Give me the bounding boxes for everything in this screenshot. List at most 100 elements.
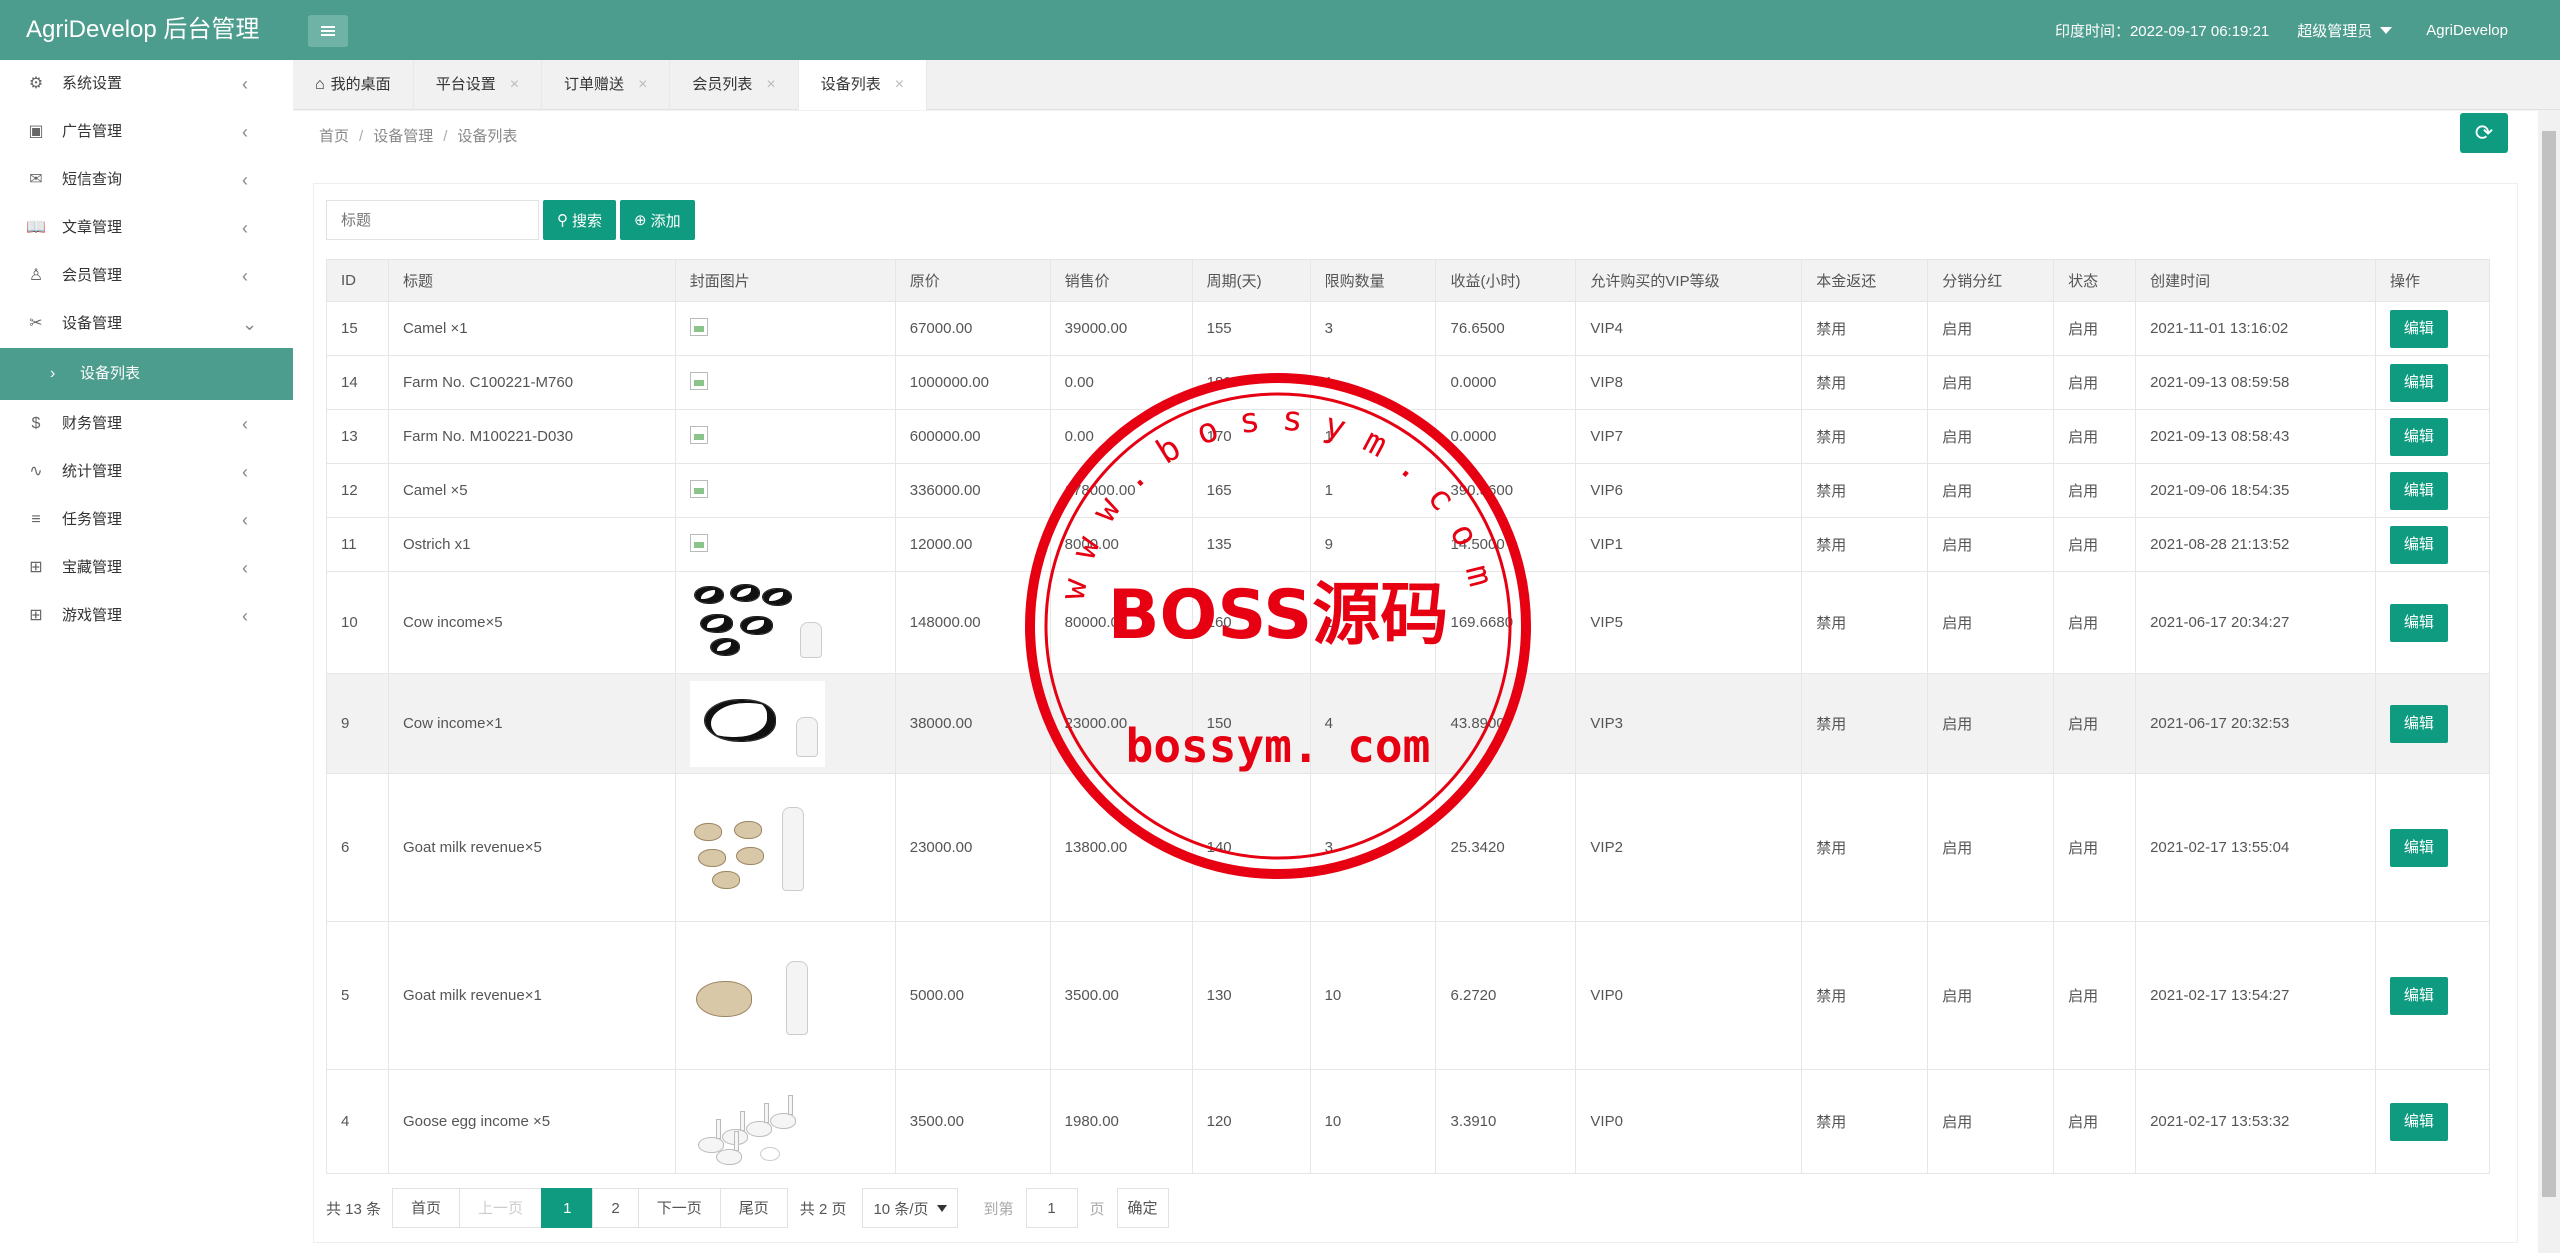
sidebar-item-user[interactable]: ♙ 会员管理 ‹ [0,252,293,300]
tab-label: 平台设置 [435,76,496,93]
site-name[interactable]: AgriDevelop [2426,22,2508,39]
cell-id: 13 [326,409,389,464]
chevron-left-icon: ‹ [242,266,248,286]
next-page-button[interactable]: 下一页 [637,1188,721,1228]
tab-4[interactable]: 设备列表 × [798,60,928,110]
prev-page-button[interactable]: 上一页 [459,1188,543,1228]
broken-image-icon [689,317,708,336]
close-icon[interactable]: × [510,60,519,110]
cell-sale-price: 39000.00 [1049,301,1193,356]
book-icon: 📖 [26,219,46,236]
edit-button[interactable]: 编辑 [2389,309,2448,348]
goto-page-input[interactable]: 1 [1025,1188,1078,1228]
cell-refund: 禁用 [1801,517,1929,572]
page-unit-label: 页 [1089,1200,1105,1218]
sidebar-item-image[interactable]: ▣ 广告管理 ‹ [0,108,293,156]
cell-id: 11 [326,517,389,572]
cell-status: 启用 [2053,301,2137,356]
chevron-left-icon: ‹ [242,414,248,434]
first-page-button[interactable]: 首页 [392,1188,461,1228]
broken-image-icon [689,479,708,498]
edit-button[interactable]: 编辑 [2389,525,2448,564]
title-search-input[interactable] [326,200,539,240]
pulse-icon: ∿ [29,463,43,480]
cell-share: 启用 [1927,673,2055,774]
table-row[interactable]: 5 Goat milk revenue×1 5000.00 3500.00 130 10 6… [326,921,2491,1070]
scrollbar-thumb[interactable] [2542,131,2556,1197]
cell-share: 启用 [1927,355,2055,410]
cell-id: 5 [326,921,389,1070]
edit-button[interactable]: 编辑 [2389,603,2448,642]
edit-button[interactable]: 编辑 [2389,363,2448,402]
cell-created: 2021-02-17 13:53:32 [2135,1069,2376,1174]
edit-button[interactable]: 编辑 [2389,976,2448,1015]
sidebar-item-dollar[interactable]: $ 财务管理 ‹ [0,400,293,448]
table-row[interactable]: 15 Camel ×1 67000.00 39000.00 155 3 76.6500 VIP… [326,301,2491,356]
edit-button[interactable]: 编辑 [2389,1102,2448,1141]
cell-refund: 禁用 [1801,355,1929,410]
close-icon[interactable]: × [638,60,647,110]
sidebar-item-gear[interactable]: ⚙ 系统设置 ‹ [0,60,293,108]
sidebar-item-gift[interactable]: ⊞ 游戏管理 ‹ [0,592,293,640]
cell-action: 编辑 [2374,921,2491,1070]
column-header: 收益(小时) [1435,259,1577,302]
cell-status: 启用 [2053,773,2137,922]
refresh-button[interactable]: ⟳ [2460,113,2508,153]
cell-action: 编辑 [2374,301,2491,356]
sidebar-item-book[interactable]: 📖 文章管理 ‹ [0,204,293,252]
chevron-left-icon: ‹ [242,606,248,626]
app-logo[interactable]: AgriDevelop 后台管理 [0,0,293,60]
header-right: 印度时间：2022-09-17 06:19:21 超级管理员 AgriDevel… [2055,0,2508,60]
edit-button[interactable]: 编辑 [2389,471,2448,510]
cell-limit: 3 [1309,301,1437,356]
cell-share: 启用 [1927,463,2055,518]
cell-vip: VIP8 [1575,355,1803,410]
cell-status: 启用 [2053,1069,2137,1174]
page-2-button[interactable]: 2 [592,1188,639,1228]
cell-title: Ostrich x1 [387,517,676,572]
sidebar-item-mail[interactable]: ✉ 短信查询 ‹ [0,156,293,204]
last-page-button[interactable]: 尾页 [719,1188,788,1228]
sidebar-item-pulse[interactable]: ∿ 统计管理 ‹ [0,448,293,496]
tab-3[interactable]: 会员列表 × [670,60,799,110]
page-1-button[interactable]: 1 [541,1188,594,1228]
edit-button[interactable]: 编辑 [2389,704,2448,743]
search-button[interactable]: ⚲ 搜索 [543,200,617,240]
column-header: 原价 [894,259,1051,302]
cell-share: 启用 [1927,773,2055,922]
add-button[interactable]: ⊕ 添加 [620,200,695,240]
tab-0[interactable]: ⌂ 我的桌面 [293,60,414,110]
sidebar-subitem-device-list[interactable]: › 设备列表 [0,348,293,400]
top-header: AgriDevelop 后台管理 印度时间：2022-09-17 06:19:2… [0,0,2560,60]
per-page-select[interactable]: 10 条/页 [862,1188,958,1228]
edit-button[interactable]: 编辑 [2389,417,2448,456]
cell-limit: 10 [1309,921,1437,1070]
broken-image-icon [689,371,708,390]
cell-vip: VIP3 [1575,673,1803,774]
column-header: 分销分红 [1927,259,2055,302]
tab-2[interactable]: 订单赠送 × [542,60,671,110]
cell-refund: 禁用 [1801,773,1929,922]
sidebar-item-gift[interactable]: ⊞ 宝藏管理 ‹ [0,544,293,592]
goto-confirm-button[interactable]: 确定 [1116,1188,1169,1228]
menu-toggle-button[interactable] [308,15,348,47]
sidebar-item-tools[interactable]: ✂ 设备管理 ⌄ [0,300,293,348]
breadcrumb-device-management[interactable]: 设备管理 [373,128,433,145]
cell-created: 2021-06-17 20:32:53 [2135,673,2376,774]
cell-cover [674,463,896,518]
page-scrollbar[interactable] [2538,111,2560,1253]
close-icon[interactable]: × [895,60,904,110]
tab-1[interactable]: 平台设置 × [414,60,543,110]
admin-menu[interactable]: 超级管理员 [2297,20,2393,41]
gift-icon: ⊞ [29,559,43,576]
table-row[interactable]: 4 Goose egg income ×5 3500.00 1980.00 120 10 3… [326,1069,2491,1174]
cell-status: 启用 [2053,355,2137,410]
sidebar-item-sliders[interactable]: ≡ 任务管理 ‹ [0,496,293,544]
chevron-left-icon: ‹ [242,218,248,238]
plus-circle-icon: ⊕ [634,212,647,229]
cell-action: 编辑 [2374,517,2491,572]
edit-button[interactable]: 编辑 [2389,828,2448,867]
close-icon[interactable]: × [766,60,775,110]
breadcrumb-home[interactable]: 首页 [319,128,349,145]
cell-status: 启用 [2053,517,2137,572]
